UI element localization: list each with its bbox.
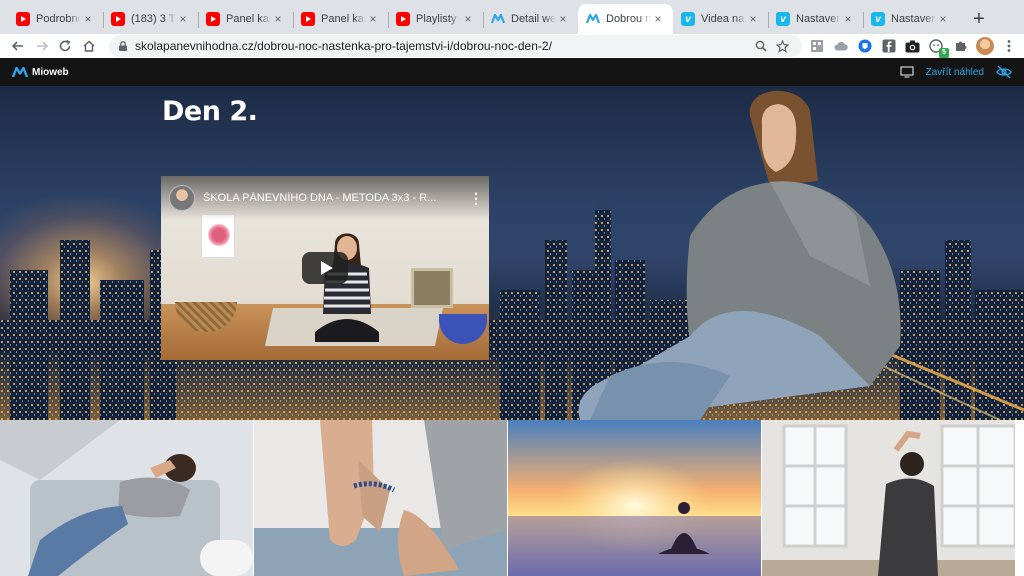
gallery-image-standing-feet[interactable]	[254, 420, 507, 576]
photo-gallery	[0, 420, 1024, 576]
facebook-icon[interactable]	[880, 37, 898, 55]
youtube-icon	[206, 12, 220, 26]
url-text[interactable]: skolapanevnihodna.cz/dobrou-noc-nastenka…	[135, 39, 750, 53]
mioweb-logo[interactable]: Mioweb	[12, 66, 69, 78]
close-icon[interactable]: ×	[366, 12, 380, 26]
browser-tab[interactable]: Panel kanálu ×	[293, 4, 388, 34]
close-icon[interactable]: ×	[936, 12, 950, 26]
close-icon[interactable]: ×	[556, 12, 570, 26]
browser-tab-strip: Podrobnosti × (183) 3 TÝDNY × Panel kaná…	[0, 0, 1024, 34]
play-button[interactable]	[302, 252, 348, 284]
extension-grid-icon[interactable]	[808, 37, 826, 55]
gallery-image-sunset-meditation[interactable]	[508, 420, 761, 576]
browser-tab[interactable]: Podrobnosti ×	[8, 4, 103, 34]
cloud-upload-icon[interactable]	[832, 37, 850, 55]
close-icon[interactable]: ×	[176, 12, 190, 26]
eye-off-icon[interactable]	[996, 65, 1012, 79]
browser-toolbar: skolapanevnihodna.cz/dobrou-noc-nastenka…	[0, 34, 1024, 58]
close-icon[interactable]: ×	[81, 12, 95, 26]
mioweb-icon	[586, 12, 600, 26]
extension-badge: 5	[938, 48, 949, 58]
reload-icon	[60, 39, 71, 52]
tab-title: Panel kanálu	[321, 13, 366, 25]
browser-tab[interactable]: Playlisty - ×	[388, 4, 483, 34]
puzzle-icon[interactable]	[952, 37, 970, 55]
reload-button[interactable]	[54, 35, 78, 57]
vimeo-icon: v	[776, 12, 790, 26]
tab-title: Videa na Vimeo	[701, 13, 746, 25]
home-icon	[83, 40, 95, 52]
hero-section: Den 2. ŠKOLA PÁNEVNÍHO DNA - METODA 3x3 …	[0, 86, 1024, 420]
profile-avatar[interactable]	[975, 37, 994, 55]
avatar	[975, 37, 994, 55]
close-icon[interactable]: ×	[651, 12, 665, 26]
tab-title: Detail webu	[511, 13, 556, 25]
browser-tab[interactable]: v Nastavení ×	[863, 4, 958, 34]
close-icon[interactable]: ×	[746, 12, 760, 26]
browser-tab[interactable]: (183) 3 TÝDNY ×	[103, 4, 198, 34]
grammarly-icon[interactable]: 5	[928, 37, 949, 58]
back-button[interactable]	[6, 35, 30, 57]
address-bar[interactable]: skolapanevnihodna.cz/dobrou-noc-nastenka…	[109, 35, 802, 57]
tab-title: (183) 3 TÝDNY	[131, 13, 176, 25]
menu-icon[interactable]	[1000, 37, 1018, 55]
youtube-icon	[396, 12, 410, 26]
browser-tab[interactable]: Detail webu ×	[483, 4, 578, 34]
vimeo-icon: v	[871, 12, 885, 26]
browser-tab-active[interactable]: Dobrou noc ×	[578, 4, 673, 34]
tab-title: Dobrou noc	[606, 13, 651, 25]
wall-poster-image	[201, 214, 235, 258]
browser-tab[interactable]: v Nastavení ×	[768, 4, 863, 34]
close-icon[interactable]: ×	[271, 12, 285, 26]
new-tab-button[interactable]: +	[964, 4, 994, 34]
vimeo-icon: v	[681, 12, 695, 26]
bookmark-star-icon[interactable]	[772, 39, 794, 53]
shield-icon[interactable]	[856, 37, 874, 55]
video-header: ŠKOLA PÁNEVNÍHO DNA - METODA 3x3 - R... …	[161, 176, 489, 220]
zoom-icon[interactable]	[750, 40, 772, 52]
tab-title: Podrobnosti	[36, 13, 81, 25]
tab-title: Nastavení	[891, 13, 936, 25]
pillow-image	[411, 268, 453, 308]
mioweb-icon	[491, 12, 505, 26]
gallery-image-lying-woman[interactable]	[0, 420, 253, 576]
monitor-icon[interactable]	[900, 66, 914, 78]
mioweb-bar-actions: Zavřít náhled	[900, 65, 1012, 79]
extensions-area: 5	[808, 37, 1018, 58]
youtube-icon	[301, 12, 315, 26]
youtube-icon	[111, 12, 125, 26]
arrow-left-icon	[11, 41, 23, 51]
close-icon[interactable]: ×	[461, 12, 475, 26]
video-title[interactable]: ŠKOLA PÁNEVNÍHO DNA - METODA 3x3 - R...	[203, 192, 469, 204]
browser-tab[interactable]: Panel kanálu ×	[198, 4, 293, 34]
tab-title: Nastavení	[796, 13, 841, 25]
tab-title: Playlisty -	[416, 13, 461, 25]
browser-tab[interactable]: v Videa na Vimeo ×	[673, 4, 768, 34]
forward-button[interactable]	[30, 35, 54, 57]
close-preview-button[interactable]: Zavřít náhled	[926, 67, 984, 78]
lock-icon[interactable]	[117, 40, 129, 52]
arrow-right-icon	[36, 41, 48, 51]
channel-avatar[interactable]	[169, 185, 195, 211]
mioweb-logo-text: Mioweb	[32, 66, 69, 78]
mioweb-preview-bar: Mioweb Zavřít náhled	[0, 58, 1024, 86]
meditating-woman-image	[578, 90, 901, 420]
tab-title: Panel kanálu	[226, 13, 271, 25]
youtube-video-embed[interactable]: ŠKOLA PÁNEVNÍHO DNA - METODA 3x3 - R... …	[161, 176, 489, 360]
mioweb-icon	[12, 66, 28, 77]
home-button[interactable]	[77, 35, 101, 57]
more-options-icon[interactable]: ⋮	[469, 190, 483, 207]
page-title: Den 2.	[162, 96, 258, 127]
gallery-image-window-yoga[interactable]	[762, 420, 1015, 576]
close-icon[interactable]: ×	[841, 12, 855, 26]
youtube-icon	[16, 12, 30, 26]
camera-icon[interactable]	[904, 37, 922, 55]
